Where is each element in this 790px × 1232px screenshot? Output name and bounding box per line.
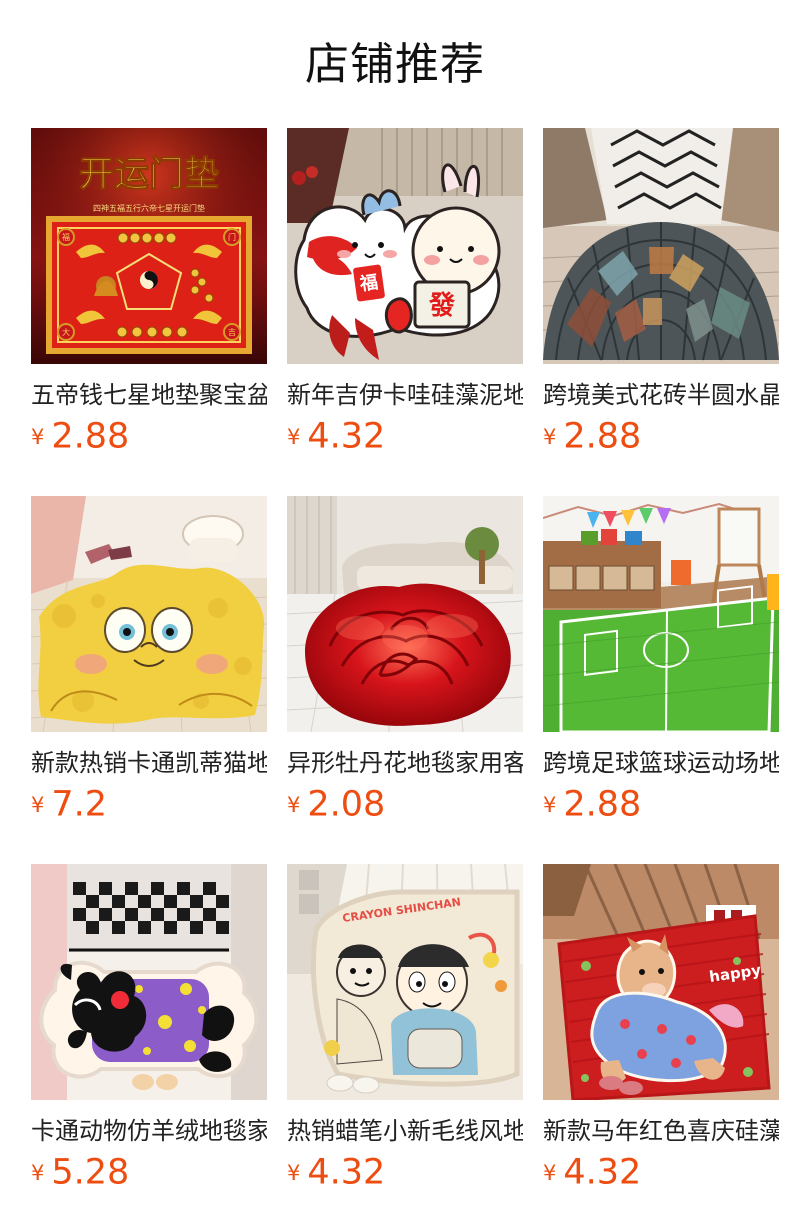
cartoon-rabbit-bear-mat-image: 福 發 [287, 128, 523, 364]
product-image[interactable] [31, 864, 267, 1100]
product-image[interactable] [287, 496, 523, 732]
product-price: ¥5.28 [31, 1150, 129, 1194]
price-amount: 4.32 [307, 416, 386, 457]
product-card[interactable]: 新款热销卡通凯蒂猫地垫 ¥7.2 [31, 496, 267, 826]
black-cartoon-animal-purple-mat-image [31, 864, 267, 1100]
price-amount: 5.28 [51, 1152, 130, 1193]
product-price: ¥4.32 [287, 414, 385, 458]
currency-symbol: ¥ [287, 792, 301, 817]
product-card[interactable]: CRAYON SHINCHAN 热销蜡笔小新毛线风地 ¥ 4.32 [287, 864, 523, 1194]
price-amount: 2.88 [51, 416, 130, 457]
product-grid: 开运门垫 四神五福五行六帝七星开运门垫 福 门 大 吉 五帝钱七星地垫聚宝盆 ¥… [31, 128, 790, 1228]
yellow-sponge-cartoon-mat-image [31, 496, 267, 732]
red-feng-shui-door-mat-image: 开运门垫 四神五福五行六帝七星开运门垫 福 门 大 吉 [31, 128, 267, 364]
red-peony-rose-rug-image [287, 496, 523, 732]
product-price: ¥2.88 [543, 414, 641, 458]
price-amount: 7.2 [51, 784, 108, 825]
price-amount: 4.32 [307, 1152, 386, 1193]
product-card[interactable]: 开运门垫 四神五福五行六帝七星开运门垫 福 门 大 吉 五帝钱七星地垫聚宝盆 ¥… [31, 128, 267, 458]
currency-symbol: ¥ [543, 1160, 557, 1185]
currency-symbol: ¥ [287, 1160, 301, 1185]
product-price: ¥4.32 [543, 1150, 641, 1194]
product-card[interactable]: 卡通动物仿羊绒地毯家用 ¥5.28 [31, 864, 267, 1194]
product-name[interactable]: 跨境足球篮球运动场地毯 [543, 746, 779, 780]
product-name[interactable]: 热销蜡笔小新毛线风地毯 [287, 1114, 523, 1148]
mat-title-text: 开运门垫 [79, 154, 219, 195]
fu-label: 福 [358, 271, 380, 295]
fa-label: 發 [428, 291, 456, 321]
product-card[interactable]: happy 新款马年红色喜庆硅藻 ¥ 4.32 [543, 864, 779, 1194]
product-card[interactable]: 跨境美式花砖半圆水晶绒 ¥2.88 [543, 128, 779, 458]
semicircle-tile-pattern-mat-image [543, 128, 779, 364]
corner-label: 大 [62, 327, 70, 337]
product-image[interactable] [543, 496, 779, 732]
product-price: ¥7.2 [31, 782, 107, 826]
price-amount: 2.88 [563, 784, 642, 825]
currency-symbol: ¥ [31, 792, 45, 817]
product-name[interactable]: 五帝钱七星地垫聚宝盆 [31, 378, 267, 412]
product-image[interactable]: CRAYON SHINCHAN [287, 864, 523, 1100]
corner-label: 吉 [228, 328, 236, 337]
corner-label: 门 [228, 232, 236, 242]
product-name[interactable]: 跨境美式花砖半圆水晶绒 [543, 378, 779, 412]
product-image[interactable]: happy [543, 864, 779, 1100]
page-title: 店铺推荐 [305, 39, 485, 90]
currency-symbol: ¥ [31, 424, 45, 449]
currency-symbol: ¥ [287, 424, 301, 449]
product-price: ¥2.88 [31, 414, 129, 458]
price-amount: 2.88 [563, 416, 642, 457]
currency-symbol: ¥ [543, 424, 557, 449]
currency-symbol: ¥ [543, 792, 557, 817]
product-price: ¥4.32 [287, 1150, 385, 1194]
product-image[interactable]: 开运门垫 四神五福五行六帝七星开运门垫 福 门 大 吉 [31, 128, 267, 364]
soccer-field-rug-image [543, 496, 779, 732]
shop-recommendation-page: 店铺推荐 开运门垫 四神五福五行六帝七星开运门垫 福 门 大 吉 五帝钱七星地垫… [0, 0, 790, 1232]
price-amount: 2.08 [307, 784, 386, 825]
crayon-shinchan-mat-image: CRAYON SHINCHAN [287, 864, 523, 1100]
product-image[interactable] [31, 496, 267, 732]
price-amount: 4.32 [563, 1152, 642, 1193]
product-price: ¥2.08 [287, 782, 385, 826]
product-image[interactable] [543, 128, 779, 364]
product-name[interactable]: 卡通动物仿羊绒地毯家用 [31, 1114, 267, 1148]
product-name[interactable]: 新年吉伊卡哇硅藻泥地垫 [287, 378, 523, 412]
currency-symbol: ¥ [31, 1160, 45, 1185]
product-card[interactable]: 异形牡丹花地毯家用客厅 ¥2.08 [287, 496, 523, 826]
product-price: ¥2.88 [543, 782, 641, 826]
mat-subtitle-text: 四神五福五行六帝七星开运门垫 [93, 203, 205, 213]
product-name[interactable]: 新款热销卡通凯蒂猫地垫 [31, 746, 267, 780]
product-image[interactable]: 福 發 [287, 128, 523, 364]
product-name[interactable]: 新款马年红色喜庆硅藻泥 [543, 1114, 779, 1148]
product-card[interactable]: 跨境足球篮球运动场地毯 ¥2.88 [543, 496, 779, 826]
red-happy-horse-mat-image: happy [543, 864, 779, 1100]
product-name[interactable]: 异形牡丹花地毯家用客厅 [287, 746, 523, 780]
product-card[interactable]: 福 發 新年吉伊卡哇硅藻泥地垫 ¥4.32 [287, 128, 523, 458]
corner-label: 福 [62, 233, 70, 242]
